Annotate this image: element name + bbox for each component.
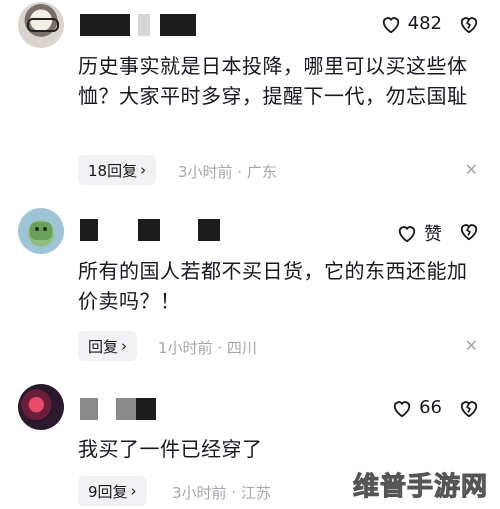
avatar-glasses <box>27 18 59 32</box>
chevron-right-icon: › <box>130 482 137 500</box>
avatar-frog <box>30 222 52 240</box>
avatar[interactable] <box>18 208 64 254</box>
comment-meta: 1小时前 · 四川 <box>158 339 257 357</box>
username-redacted[interactable] <box>80 14 200 36</box>
like-label: 赞 <box>424 224 442 245</box>
watermark-logo: 维普手游网 <box>352 472 488 503</box>
avatar[interactable] <box>18 2 64 48</box>
comment-meta: 3小时前 · 广东 <box>178 163 277 181</box>
reply-label: 回复 <box>88 337 119 356</box>
broken-heart-icon[interactable] <box>458 398 480 418</box>
username-redacted[interactable] <box>80 398 160 420</box>
like-count: 482 <box>407 13 442 34</box>
reply-label: 18回复 <box>88 161 138 180</box>
close-icon[interactable]: ✕ <box>465 160 478 179</box>
comment-text: 所有的国人若都不买日货，它的东西还能加价卖吗？！ <box>78 259 468 313</box>
heart-outline-icon <box>382 16 399 33</box>
comment-meta: 3小时前 · 江苏 <box>172 484 271 502</box>
reply-label: 9回复 <box>88 482 128 501</box>
broken-heart-icon[interactable] <box>458 14 480 34</box>
like-count: 66 <box>419 397 442 418</box>
chevron-right-icon: › <box>140 161 147 179</box>
view-replies-button[interactable]: 18回复 › <box>78 155 157 185</box>
reply-button[interactable]: 回复 › <box>78 331 138 361</box>
broken-heart-icon[interactable] <box>458 221 480 241</box>
like-button[interactable]: 482 <box>380 13 442 34</box>
heart-outline-icon <box>398 226 416 243</box>
view-replies-button[interactable]: 9回复 › <box>78 476 147 506</box>
close-icon[interactable]: ✕ <box>465 336 478 355</box>
heart-outline-icon <box>393 400 411 417</box>
like-button[interactable]: 赞 <box>396 220 442 246</box>
avatar[interactable] <box>18 384 64 430</box>
comment-text: 历史事实就是日本投降，哪里可以买这些体恤？大家平时多穿，提醒下一代，勿忘国耻 <box>78 54 468 108</box>
username-redacted[interactable] <box>80 219 220 241</box>
chevron-right-icon: › <box>121 337 128 355</box>
like-button[interactable]: 66 <box>391 397 442 418</box>
comment-text: 我买了一件已经穿了 <box>78 437 263 461</box>
